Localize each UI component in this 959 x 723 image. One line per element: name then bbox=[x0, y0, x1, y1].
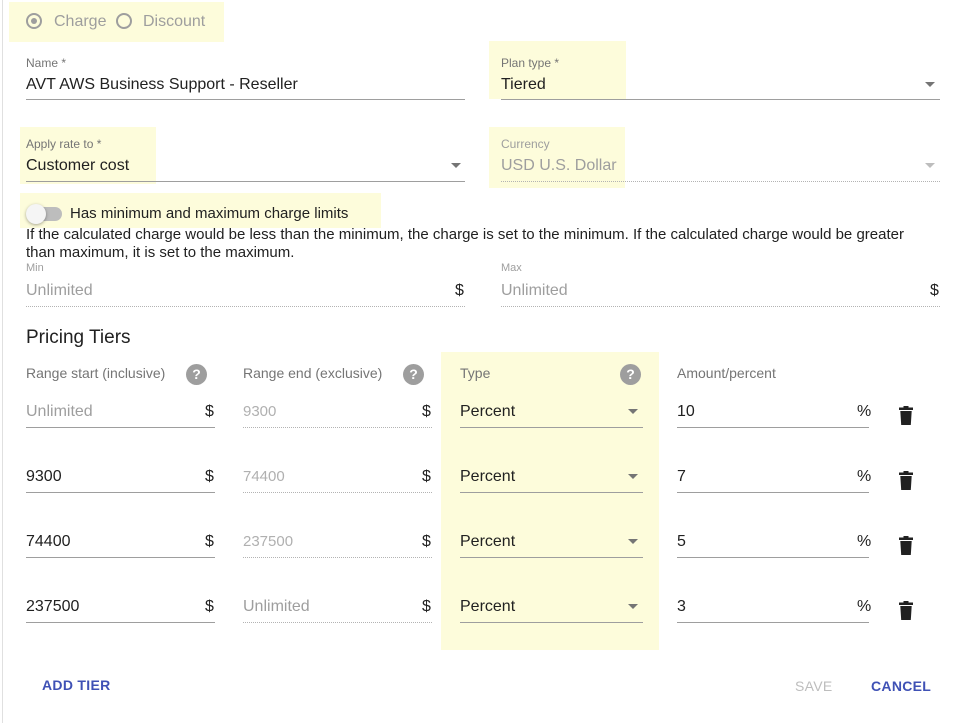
tier-4-amount-suffix: % bbox=[857, 598, 872, 615]
tier-3-range-start-suffix: $ bbox=[205, 533, 214, 550]
tier-1-type-select[interactable]: Percent bbox=[460, 403, 515, 421]
tier-2-range-start-input[interactable]: 9300 bbox=[26, 468, 62, 486]
tier-2-type-select[interactable]: Percent bbox=[460, 468, 515, 486]
tier-4-range-end-suffix: $ bbox=[422, 598, 431, 615]
plan-type-underline bbox=[501, 99, 940, 100]
tier-3-type-underline bbox=[460, 557, 643, 558]
tier-1-amount-input[interactable]: 10 bbox=[677, 403, 695, 421]
range-end-help-icon[interactable]: ? bbox=[403, 364, 424, 385]
charge-radio[interactable] bbox=[26, 13, 42, 29]
plan-type-select[interactable]: Tiered bbox=[501, 76, 546, 94]
type-header: Type bbox=[460, 365, 491, 381]
limits-toggle-thumb bbox=[26, 204, 46, 224]
tier-3-range-end-underline bbox=[243, 557, 432, 558]
highlight-apply-rate bbox=[20, 127, 156, 184]
tier-2-range-end-underline bbox=[243, 492, 432, 493]
apply-rate-label: Apply rate to * bbox=[26, 137, 102, 151]
tier-2-amount-underline bbox=[677, 492, 869, 493]
apply-rate-caret-down-icon[interactable] bbox=[451, 163, 461, 168]
tier-3-amount-input[interactable]: 5 bbox=[677, 533, 686, 551]
tier-2-range-end-suffix: $ bbox=[422, 468, 431, 485]
limits-description: If the calculated charge would be less t… bbox=[26, 226, 904, 261]
tier-1-type-caret-down-icon[interactable] bbox=[628, 409, 638, 414]
tier-3-range-end-input: 237500 bbox=[243, 533, 294, 550]
min-suffix: $ bbox=[455, 282, 464, 299]
tier-2-type-underline bbox=[460, 492, 643, 493]
range-start-header: Range start (inclusive) bbox=[26, 365, 166, 381]
max-underline bbox=[501, 306, 940, 307]
max-label: Max bbox=[501, 262, 522, 274]
left-border bbox=[2, 0, 3, 723]
tier-3-type-caret-down-icon[interactable] bbox=[628, 539, 638, 544]
tier-3-amount-suffix: % bbox=[857, 533, 872, 550]
tier-2-range-start-suffix: $ bbox=[205, 468, 214, 485]
tier-3-range-end-suffix: $ bbox=[422, 533, 431, 550]
tier-4-range-start-suffix: $ bbox=[205, 598, 214, 615]
name-field-label: Name * bbox=[26, 56, 67, 70]
type-help-icon[interactable]: ? bbox=[620, 364, 641, 385]
tier-3-amount-underline bbox=[677, 557, 869, 558]
tier-3-delete-trash-icon[interactable] bbox=[899, 536, 913, 555]
plan-type-label: Plan type * bbox=[501, 56, 560, 70]
currency-underline bbox=[501, 181, 940, 182]
tier-4-type-underline bbox=[460, 622, 643, 623]
tier-2-range-end-input: 74400 bbox=[243, 468, 285, 485]
min-label: Min bbox=[26, 262, 44, 274]
tier-2-amount-input[interactable]: 7 bbox=[677, 468, 686, 486]
name-field[interactable]: AVT AWS Business Support - Reseller bbox=[26, 76, 298, 94]
min-underline bbox=[26, 306, 465, 307]
save-button[interactable]: SAVE bbox=[795, 678, 833, 694]
currency-caret-down-icon bbox=[925, 163, 935, 168]
add-tier-button[interactable]: ADD TIER bbox=[42, 677, 111, 693]
max-suffix: $ bbox=[930, 282, 939, 299]
plan-type-caret-down-icon[interactable] bbox=[925, 82, 935, 87]
charge-radio-label[interactable]: Charge bbox=[54, 13, 106, 31]
tier-4-range-end-input: Unlimited bbox=[243, 598, 310, 615]
tier-4-delete-trash-icon[interactable] bbox=[899, 601, 913, 620]
currency-label: Currency bbox=[501, 137, 550, 151]
limits-toggle[interactable] bbox=[26, 204, 62, 224]
name-field-underline bbox=[26, 99, 465, 100]
discount-radio[interactable] bbox=[116, 13, 132, 29]
tier-1-range-end-underline bbox=[243, 427, 432, 428]
tier-4-range-start-input[interactable]: 237500 bbox=[26, 598, 79, 616]
currency-select: USD U.S. Dollar bbox=[501, 157, 617, 174]
tier-1-range-start-input[interactable]: Unlimited bbox=[26, 403, 93, 421]
tier-1-amount-underline bbox=[677, 427, 869, 428]
apply-rate-underline bbox=[26, 181, 465, 182]
tier-1-range-start-suffix: $ bbox=[205, 403, 214, 420]
tier-4-range-end-underline bbox=[243, 622, 432, 623]
discount-radio-label[interactable]: Discount bbox=[143, 13, 205, 31]
pricing-tiers-title: Pricing Tiers bbox=[26, 327, 131, 348]
tier-3-range-start-input[interactable]: 74400 bbox=[26, 533, 71, 551]
tier-1-range-end-suffix: $ bbox=[422, 403, 431, 420]
tier-4-amount-underline bbox=[677, 622, 869, 623]
apply-rate-select[interactable]: Customer cost bbox=[26, 157, 129, 175]
tier-3-range-start-underline bbox=[26, 557, 215, 558]
tier-4-range-start-underline bbox=[26, 622, 215, 623]
tier-4-type-caret-down-icon[interactable] bbox=[628, 604, 638, 609]
tier-1-delete-trash-icon[interactable] bbox=[899, 406, 913, 425]
tier-1-amount-suffix: % bbox=[857, 403, 872, 420]
tier-4-type-select[interactable]: Percent bbox=[460, 598, 515, 616]
range-start-help-icon[interactable]: ? bbox=[186, 364, 207, 385]
limits-toggle-label[interactable]: Has minimum and maximum charge limits bbox=[70, 205, 348, 222]
tier-4-amount-input[interactable]: 3 bbox=[677, 598, 686, 616]
range-end-header: Range end (exclusive) bbox=[243, 365, 383, 381]
tier-1-range-start-underline bbox=[26, 427, 215, 428]
tier-1-range-end-input: 9300 bbox=[243, 403, 277, 420]
min-input: Unlimited bbox=[26, 282, 93, 299]
tier-2-amount-suffix: % bbox=[857, 468, 872, 485]
tier-2-range-start-underline bbox=[26, 492, 215, 493]
tier-1-type-underline bbox=[460, 427, 643, 428]
max-input: Unlimited bbox=[501, 282, 568, 299]
cancel-button[interactable]: CANCEL bbox=[871, 678, 931, 694]
tier-2-type-caret-down-icon[interactable] bbox=[628, 474, 638, 479]
tier-2-delete-trash-icon[interactable] bbox=[899, 471, 913, 490]
tier-3-type-select[interactable]: Percent bbox=[460, 533, 515, 551]
amount-header: Amount/percent bbox=[677, 365, 776, 381]
charge-radio-dot bbox=[31, 18, 37, 24]
